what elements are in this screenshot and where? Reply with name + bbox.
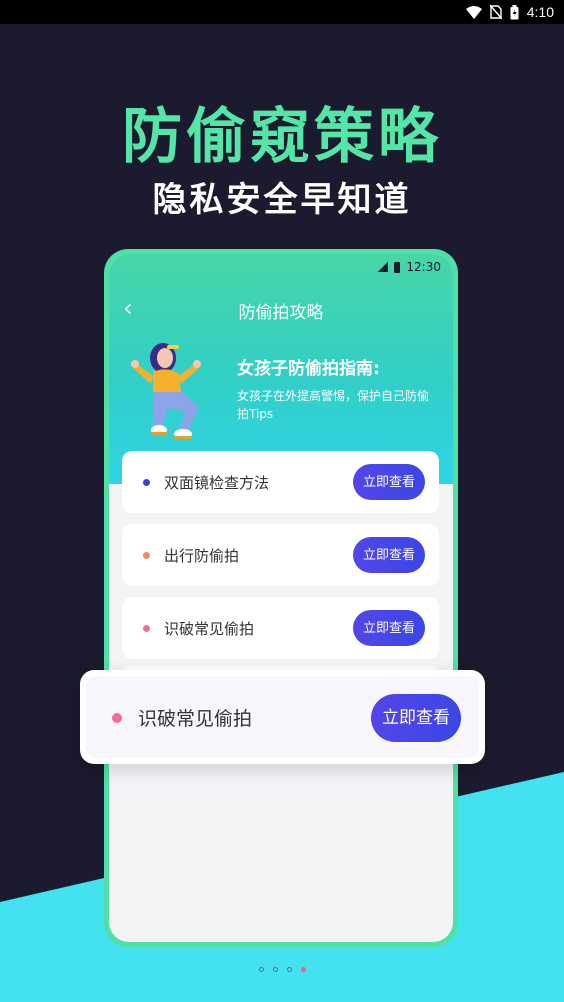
guide-description: 女孩子在外提高警惕，保护自己防偷拍Tips bbox=[237, 389, 430, 421]
list-item-label: 双面镜检查方法 bbox=[164, 474, 270, 492]
page-indicator bbox=[0, 967, 564, 972]
battery-icon bbox=[510, 4, 519, 19]
subheadline: 隐私安全早知道 bbox=[152, 180, 412, 220]
list-item[interactable]: 双面镜检查方法 立即查看 bbox=[122, 451, 439, 513]
battery-icon bbox=[394, 261, 401, 273]
page-dot-active[interactable] bbox=[300, 967, 306, 972]
bullet-dot bbox=[143, 479, 150, 486]
bullet-dot bbox=[112, 713, 122, 723]
no-sim-icon bbox=[489, 5, 502, 19]
phone-nav-bar: ‹ 防偷拍攻略 bbox=[109, 294, 453, 324]
list-item-label: 出行防偷拍 bbox=[164, 547, 240, 565]
phone-status-bar: 12:30 bbox=[378, 260, 441, 274]
phone-header-gradient: 12:30 ‹ 防偷拍攻略 女孩子防偷拍指南: 女孩子在外提高警惕，保护自己防偷… bbox=[109, 254, 453, 484]
bullet-dot bbox=[143, 625, 150, 632]
phone-mockup: 12:30 ‹ 防偷拍攻略 女孩子防偷拍指南: 女孩子在外提高警惕，保护自己防偷… bbox=[104, 249, 458, 947]
page-dot[interactable] bbox=[286, 967, 292, 972]
phone-status-time: 12:30 bbox=[406, 260, 441, 274]
page-dot[interactable] bbox=[272, 967, 278, 972]
phone-screen: 12:30 ‹ 防偷拍攻略 女孩子防偷拍指南: 女孩子在外提高警惕，保护自己防偷… bbox=[109, 254, 453, 942]
list-item[interactable]: 出行防偷拍 立即查看 bbox=[122, 524, 439, 586]
list-item-label: 识破常见偷拍 bbox=[164, 620, 255, 638]
view-now-button[interactable]: 立即查看 bbox=[353, 464, 425, 500]
view-now-button[interactable]: 立即查看 bbox=[353, 610, 425, 646]
floating-highlight-card[interactable]: 识破常见偷拍 立即查看 bbox=[80, 670, 485, 764]
status-time: 4:10 bbox=[526, 4, 554, 20]
list-item[interactable]: 识破常见偷拍 立即查看 bbox=[122, 597, 439, 659]
bullet-dot bbox=[143, 552, 150, 559]
girl-illustration bbox=[131, 343, 201, 439]
page-dot[interactable] bbox=[258, 967, 264, 972]
guide-title: 女孩子防偷拍指南: bbox=[237, 359, 380, 379]
status-bar: 4:10 bbox=[0, 0, 564, 24]
nav-title: 防偷拍攻略 bbox=[238, 303, 324, 323]
headline: 防偷窥策略 bbox=[122, 102, 442, 172]
view-now-button[interactable]: 立即查看 bbox=[371, 694, 461, 742]
view-now-button[interactable]: 立即查看 bbox=[353, 537, 425, 573]
wifi-icon bbox=[465, 5, 482, 19]
screen: 4:10 防偷窥策略 隐私安全早知道 12:30 ‹ 防偷拍攻略 女孩子防偷拍指… bbox=[0, 0, 564, 1002]
floating-card-label: 识破常见偷拍 bbox=[138, 708, 253, 730]
signal-icon bbox=[378, 262, 389, 272]
